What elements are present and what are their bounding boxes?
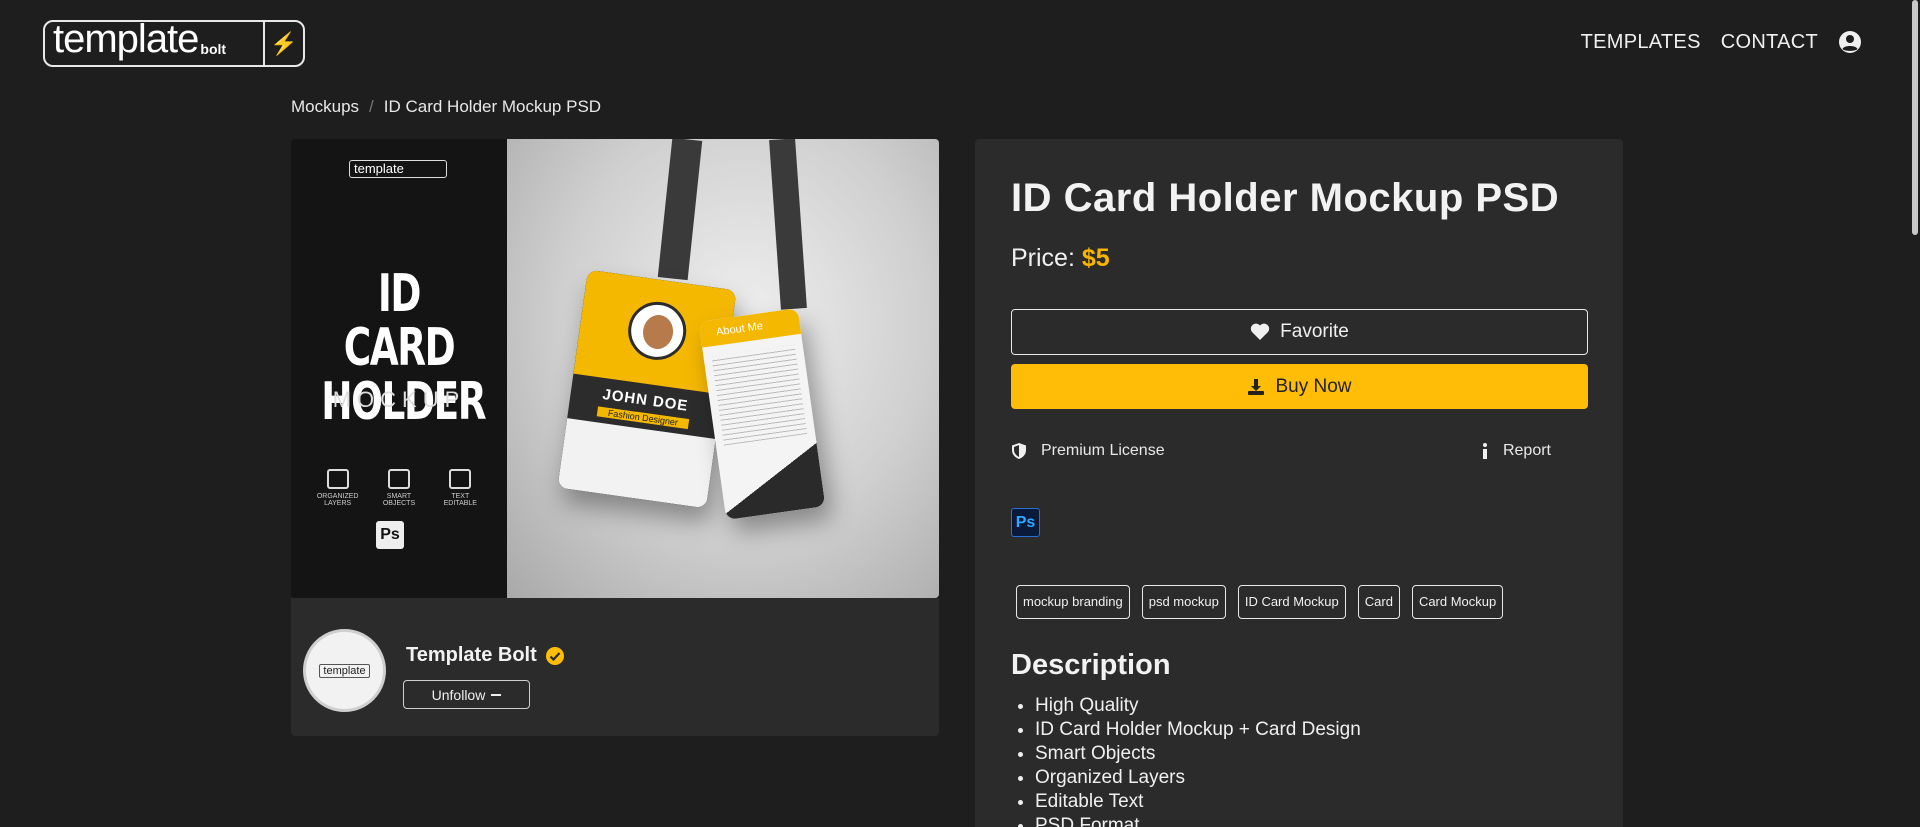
author-name[interactable]: Template Bolt [406, 644, 565, 667]
preview-logo: template [349, 160, 447, 178]
description-item: Editable Text [1035, 790, 1361, 814]
tag-item[interactable]: psd mockup [1141, 585, 1226, 619]
verified-check-icon [545, 646, 564, 665]
lanyard-strap [769, 139, 807, 310]
download-icon [1248, 378, 1265, 395]
price-value: $5 [1081, 244, 1110, 272]
author-name-text: Template Bolt [406, 644, 537, 666]
preview-feature-label: TEXT EDITABLE [443, 493, 477, 507]
site-logo[interactable]: template bolt ⚡ [43, 17, 305, 67]
page-scrollbar[interactable] [1912, 0, 1918, 235]
preview-feature: SMART OBJECTS [374, 469, 424, 507]
preview-feature: TEXT EDITABLE [435, 469, 485, 507]
smart-object-icon [387, 469, 410, 489]
favorite-button[interactable]: Favorite [1011, 309, 1588, 355]
main-nav: TEMPLATES CONTACT [1581, 30, 1862, 54]
photoshop-icon: Ps [1011, 508, 1040, 537]
license-label: Premium License [1041, 442, 1165, 459]
premium-license[interactable]: Premium License [1011, 442, 1165, 460]
text-icon [449, 469, 472, 489]
tag-item[interactable]: mockup branding [1016, 585, 1130, 619]
preview-features: ORGANIZED LAYERS SMART OBJECTS TEXT EDIT… [307, 469, 491, 507]
preview-mockup-photo: JOHN DOE Fashion Designer About Me [507, 139, 939, 598]
preview-subtitle: MOCKUP [332, 387, 466, 412]
buy-now-button[interactable]: Buy Now [1011, 364, 1588, 409]
unfollow-label: Unfollow [431, 686, 486, 703]
card-avatar [624, 298, 690, 364]
product-title: ID Card Holder Mockup PSD [1011, 176, 1560, 220]
breadcrumb-mockups-link[interactable]: Mockups [291, 97, 359, 117]
description-item: High Quality [1035, 694, 1361, 718]
nav-contact-link[interactable]: CONTACT [1721, 31, 1818, 54]
breadcrumb: Mockups / ID Card Holder Mockup PSD [291, 97, 601, 117]
logo-wordmark: template [53, 17, 199, 61]
preview-feature: ORGANIZED LAYERS [313, 469, 363, 507]
lightning-icon: ⚡ [263, 22, 303, 65]
author-avatar-logo: template [319, 663, 370, 678]
unfollow-button[interactable]: Unfollow [403, 680, 530, 709]
preview-feature-label: SMART OBJECTS [382, 493, 416, 507]
user-circle-icon[interactable] [1838, 30, 1862, 54]
lanyard-strap [657, 139, 703, 281]
description-item: PSD Format [1035, 814, 1361, 827]
description-title: Description [1011, 649, 1171, 681]
product-price: Price: $5 [1011, 244, 1110, 273]
description-item: Smart Objects [1035, 742, 1361, 766]
breadcrumb-current: ID Card Holder Mockup PSD [383, 97, 602, 116]
preview-ps-icon: Ps [376, 521, 404, 549]
heart-icon [1251, 323, 1270, 340]
tag-item[interactable]: ID Card Mockup [1237, 585, 1346, 619]
product-preview-image[interactable]: template ID CARD HOLDER MOCKUP ORGANIZED… [291, 139, 939, 598]
author-avatar[interactable]: template [303, 629, 386, 712]
product-info-panel: ID Card Holder Mockup PSD Price: $5 Favo… [975, 139, 1623, 827]
report-label: Report [1502, 442, 1551, 459]
buy-now-label: Buy Now [1275, 375, 1352, 397]
shield-icon [1012, 443, 1026, 459]
license-row: Premium License Report [1011, 442, 1551, 460]
author-card: template Template Bolt Unfollow [291, 598, 939, 736]
preview-left-panel: template ID CARD HOLDER MOCKUP ORGANIZED… [291, 139, 507, 598]
info-icon [1482, 443, 1487, 459]
price-label: Price: [1011, 244, 1075, 272]
description-item: Organized Layers [1035, 766, 1361, 790]
preview-feature-label: ORGANIZED LAYERS [316, 493, 359, 507]
tag-list: mockup branding psd mockup ID Card Mocku… [1016, 585, 1504, 619]
logo-sub-text: bolt [200, 41, 227, 57]
report-link[interactable]: Report [1481, 442, 1551, 460]
breadcrumb-separator: / [369, 97, 374, 116]
tag-item[interactable]: Card Mockup [1411, 585, 1504, 619]
tag-item[interactable]: Card [1357, 585, 1400, 619]
layers-icon [326, 469, 349, 489]
description-item: ID Card Holder Mockup + Card Design [1035, 718, 1361, 742]
minus-icon [491, 693, 502, 696]
nav-templates-link[interactable]: TEMPLATES [1581, 31, 1701, 54]
description-list: High Quality ID Card Holder Mockup + Car… [1035, 694, 1361, 827]
id-card-back: About Me [698, 308, 826, 520]
favorite-label: Favorite [1280, 321, 1349, 342]
